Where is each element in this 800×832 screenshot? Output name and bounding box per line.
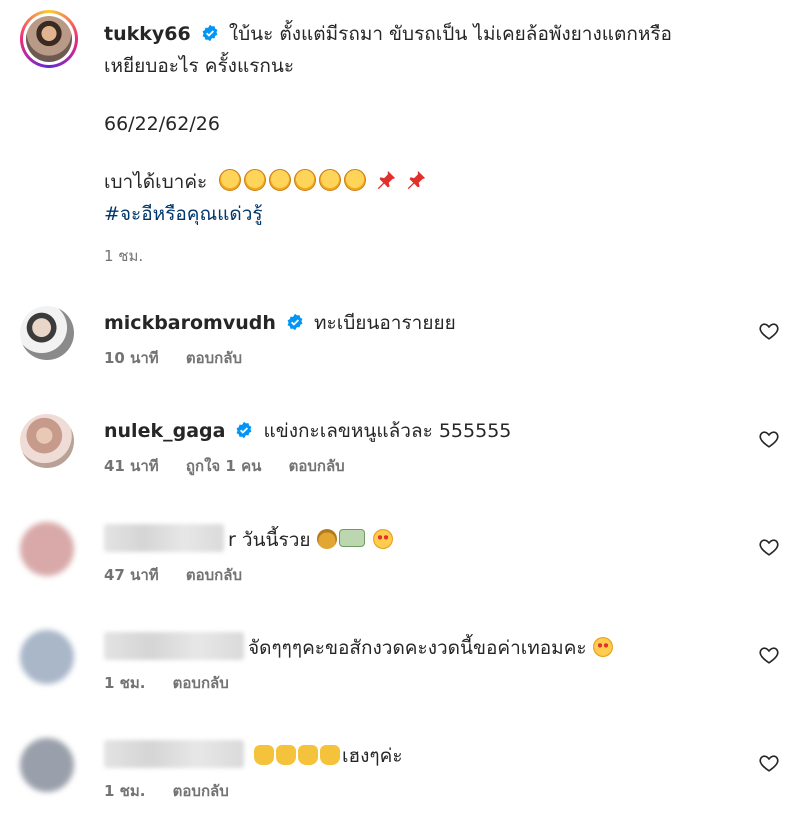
post-author-avatar[interactable]	[20, 10, 78, 68]
post-timestamp: 1 ชม.	[104, 247, 144, 265]
heart-icon[interactable]	[758, 428, 780, 450]
commenter-avatar[interactable]	[20, 738, 74, 792]
reply-button[interactable]: ตอบกลับ	[186, 349, 242, 367]
post-author-username[interactable]: tukky66	[104, 23, 191, 45]
reply-button[interactable]: ตอบกลับ	[173, 782, 229, 800]
blurred-username	[104, 524, 224, 552]
likes-count[interactable]: ถูกใจ 1 คน	[186, 457, 261, 475]
heart-eyes-emoji-icon	[592, 637, 613, 657]
victory-hand-emoji-icon	[254, 745, 275, 765]
pushpin-icon	[378, 170, 396, 190]
heart-icon[interactable]	[758, 752, 780, 774]
reply-button[interactable]: ตอบกลับ	[173, 674, 229, 692]
comment-text: ทะเบียนอารายยย	[313, 312, 456, 334]
comment-item: จัดๆๆๆคะขอสักงวดคะงวดนี้ขอค่าเทอมคะ 1 ชม…	[20, 630, 780, 720]
victory-hand-emoji-icon	[276, 745, 297, 765]
caption-numbers: 66/22/62/26	[104, 113, 220, 135]
reply-button[interactable]: ตอบกลับ	[186, 566, 242, 584]
comment-time: 10 นาที	[104, 349, 159, 367]
blurred-username	[104, 740, 244, 768]
blurred-username	[104, 632, 244, 660]
money-bag-emoji-icon	[316, 529, 337, 549]
smile-emoji-icon	[319, 169, 342, 191]
comment-time: 1 ชม.	[104, 782, 146, 800]
smile-emoji-icon	[344, 169, 367, 191]
commenter-username[interactable]: mickbaromvudh	[104, 312, 276, 334]
commenter-avatar[interactable]	[20, 522, 74, 576]
comment-text: แข่งกะเลขหนูแล้วละ 555555	[263, 420, 512, 442]
verified-icon	[237, 421, 252, 439]
smile-emoji-icon	[294, 169, 317, 191]
caption-line-1: ใบ้นะ ตั้งแต่มีรถมา ขับรถเป็น ไม่เคยล้อพ…	[228, 23, 672, 45]
heart-icon[interactable]	[758, 536, 780, 558]
smile-emoji-icon	[269, 169, 292, 191]
heart-eyes-emoji-icon	[372, 529, 393, 549]
smile-emoji-icon	[219, 169, 242, 191]
pushpin-icon	[408, 170, 426, 190]
comment-time: 47 นาที	[104, 566, 159, 584]
comment-item: r วันนี้รวย 47 นาที ตอบกลับ	[20, 522, 780, 612]
commenter-avatar[interactable]	[20, 306, 74, 360]
comment-text: เฮงๆค่ะ	[342, 745, 403, 767]
commenter-avatar[interactable]	[20, 414, 74, 468]
commenter-username[interactable]: nulek_gaga	[104, 420, 225, 442]
comment-text: r วันนี้รวย	[228, 529, 311, 551]
heart-icon[interactable]	[758, 320, 780, 342]
banknote-emoji-icon	[338, 529, 365, 547]
comment-item: nulek_gaga แข่งกะเลขหนูแล้วละ 555555 41 …	[20, 414, 780, 504]
verified-icon	[287, 313, 303, 331]
love-you-hand-emoji-icon	[320, 745, 341, 765]
commenter-avatar[interactable]	[20, 630, 74, 684]
comment-text: จัดๆๆๆคะขอสักงวดคะงวดนี้ขอค่าเทอมคะ	[248, 637, 587, 659]
love-you-hand-emoji-icon	[298, 745, 319, 765]
heart-icon[interactable]	[758, 644, 780, 666]
smile-emoji-icon	[244, 169, 267, 191]
reply-button[interactable]: ตอบกลับ	[289, 457, 345, 475]
caption-line-2: เหยียบอะไร ครั้งแรกนะ	[104, 55, 295, 77]
comment-time: 1 ชม.	[104, 674, 146, 692]
comment-item: mickbaromvudh ทะเบียนอารายยย 10 นาที ตอบ…	[20, 306, 780, 396]
verified-icon	[202, 24, 218, 42]
hashtag-link[interactable]: #จะอีหรือคุณแด่วรู้	[104, 203, 263, 225]
comment-time: 41 นาที	[104, 457, 159, 475]
caption-line-3: เบาได้เบาค่ะ	[104, 171, 208, 193]
comment-item: เฮงๆค่ะ 1 ชม. ตอบกลับ	[20, 738, 780, 828]
